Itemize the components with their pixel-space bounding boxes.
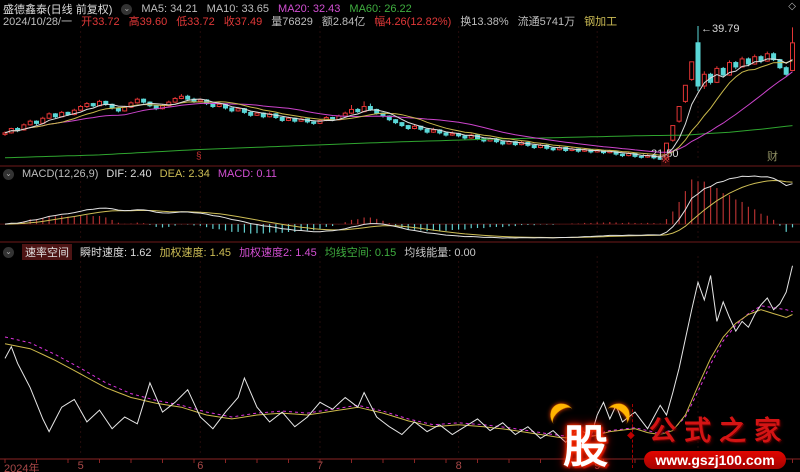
axis-year-label: 2024年 — [4, 463, 40, 472]
header-row-2: 2024/10/28/一 开33.72 高39.60 低33.72 收37.49… — [3, 13, 617, 29]
collapse-icon-macd[interactable]: ⌄ — [3, 168, 14, 180]
diamond-icon[interactable]: ◇ — [788, 1, 796, 12]
arrow-left-icon: ← — [640, 148, 651, 160]
speed-weighted-value: 加权速度: 1.45 — [159, 247, 232, 259]
quote-amount: 额2.84亿 — [321, 16, 366, 28]
low-price-label: ←21.50 — [640, 148, 679, 160]
axis-month-label: 7 — [317, 460, 324, 472]
quote-close: 收37.49 — [223, 16, 263, 28]
diamond-separator-icon: ◆ — [627, 430, 635, 441]
dif-value: DIF: 2.40 — [106, 168, 152, 180]
watermark-logo: 股 — [545, 390, 635, 472]
ma-space-value: 均线空间: 0.15 — [324, 247, 397, 259]
macd-title[interactable]: MACD(12,26,9) — [22, 168, 98, 180]
arrow-left-icon: ← — [701, 23, 712, 35]
quote-industry[interactable]: 钢加工 — [584, 13, 617, 29]
quote-turnover: 换13.38% — [460, 16, 509, 28]
quote-high: 高39.60 — [128, 16, 168, 28]
watermark-divider: ◆ — [627, 404, 635, 468]
speed-instant-value: 瞬时速度: 1.62 — [80, 247, 152, 259]
watermark: 股 ◆ 公式之家 www.gszj100.com — [545, 386, 800, 472]
watermark-url[interactable]: www.gszj100.com — [644, 451, 786, 469]
macd-header: ⌄ MACD(12,26,9) DIF: 2.40 DEA: 2.34 MACD… — [3, 168, 277, 180]
quote-low: 低33.72 — [176, 16, 215, 28]
axis-month-label: 5 — [77, 460, 84, 472]
ex-dividend-marker-icon[interactable]: ※ — [661, 153, 671, 166]
watermark-brand-text: 公式之家 — [649, 416, 789, 446]
quote-float: 流通5741万 — [517, 16, 576, 28]
quote-open: 开33.72 — [81, 16, 120, 28]
axis-month-label: 8 — [455, 460, 462, 472]
quote-date: 2024/10/28/一 — [3, 16, 73, 28]
high-price-label: ←39.79 — [701, 23, 740, 35]
stock-app-window: 盛德鑫泰(日线 前复权) ⌄ MA5: 34.21 MA10: 33.65 MA… — [0, 0, 800, 472]
ma-energy-value: 均线能量: 0.00 — [404, 247, 476, 259]
quote-change: 幅4.26(12.82%) — [374, 16, 452, 28]
axis-month-label: 6 — [197, 460, 204, 472]
macd-value: MACD: 0.11 — [217, 168, 277, 180]
speed-weighted2-value: 加权速度2: 1.45 — [239, 247, 317, 259]
financial-report-marker-icon[interactable]: 财 — [767, 148, 778, 164]
dea-value: DEA: 2.34 — [159, 168, 210, 180]
quote-volume: 量76829 — [271, 16, 313, 28]
speed-panel-header: ⌄ 速率空间 瞬时速度: 1.62 加权速度: 1.45 加权速度2: 1.45… — [3, 244, 476, 260]
watermark-text-block: 公式之家 www.gszj100.com — [641, 409, 789, 469]
ex-rights-marker-icon[interactable]: § — [196, 151, 202, 162]
collapse-icon-speed[interactable]: ⌄ — [3, 246, 14, 258]
speed-title[interactable]: 速率空间 — [22, 244, 72, 260]
